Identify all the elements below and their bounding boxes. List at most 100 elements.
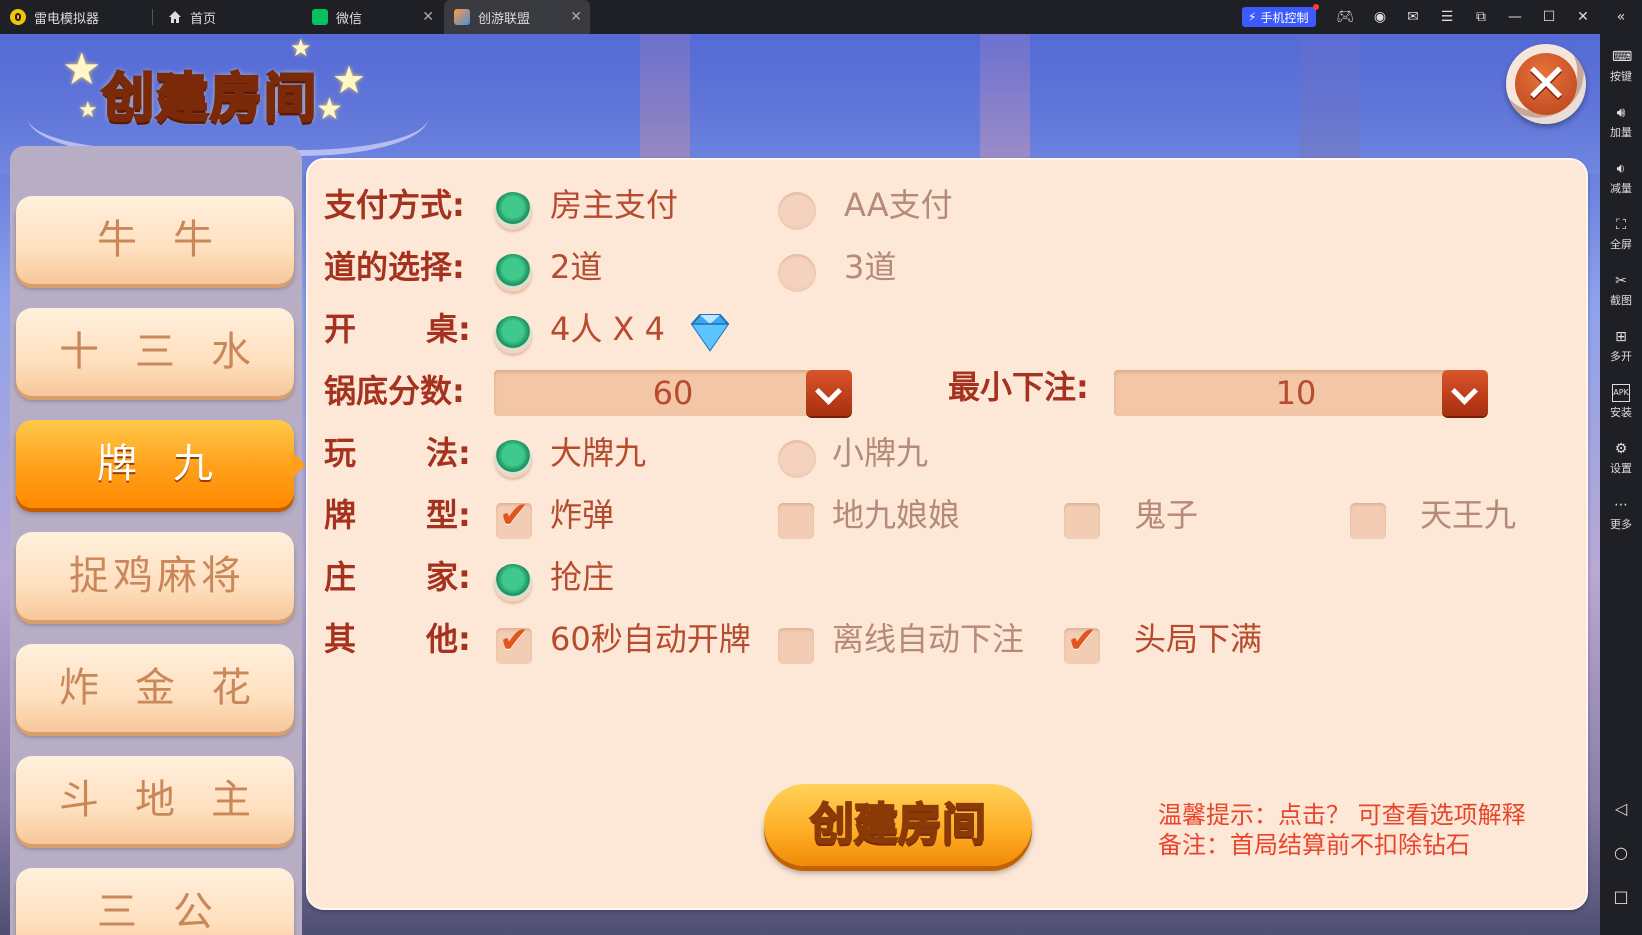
table-label-a: 开 [324,310,357,348]
payment-owner-radio[interactable] [494,192,532,230]
base-score-select[interactable]: 60 [494,370,852,416]
sidebar-item-label: 更多 [1610,518,1632,531]
lanes-3-radio[interactable] [778,254,816,292]
recents-icon[interactable]: □ [1612,888,1630,906]
card-type-guizi-label[interactable]: 鬼子 [1134,490,1198,540]
fullscreen-icon: ⛶ [1616,217,1626,233]
tab-leidian[interactable]: 雷电模拟器 [0,0,150,34]
sidebar-item-settings[interactable]: ⚙ 设置 [1600,440,1642,476]
min-bet-select[interactable]: 10 [1114,370,1488,416]
gamepad-icon[interactable]: 🎮︎ [1336,8,1354,26]
card-type-dijiu-checkbox[interactable] [778,503,814,539]
menu-item-sangong[interactable]: 三公 [16,868,294,935]
more-icon: ⋯ [1614,497,1628,513]
menu-item-doudizhu[interactable]: 斗地主 [16,756,294,844]
play-mode-label-b: 法: [426,434,471,472]
lightning-icon: ⚡ [1248,10,1257,24]
sidebar-item-more[interactable]: ⋯ 更多 [1600,496,1642,532]
close-tab-icon[interactable]: ✕ [570,9,582,25]
create-room-button[interactable]: 创建房间 [764,784,1032,866]
sidebar-item-screenshot[interactable]: ✂ 截图 [1600,272,1642,308]
close-dialog-button[interactable]: ✕ [1506,44,1586,124]
star-icon: ★ [316,92,343,127]
first-round-full-checkbox[interactable] [1064,620,1100,664]
tips-text: 温馨提示：点击？ 可查看选项解释 备注：首局结算前不扣除钻石 [1158,800,1526,860]
star-icon: ★ [62,44,102,95]
payment-aa-label[interactable]: AA支付 [844,180,953,230]
auto-open-label[interactable]: 60秒自动开牌 [550,614,751,664]
banker-grab-label[interactable]: 抢庄 [550,552,614,602]
phone-control-button[interactable]: ⚡ 手机控制 [1242,4,1320,27]
first-round-full-label[interactable]: 头局下满 [1134,614,1262,664]
menu-icon[interactable]: ☰ [1438,8,1456,26]
menu-item-niuniu[interactable]: 牛牛 [16,196,294,284]
leidian-logo-icon [10,9,26,25]
offline-bet-label[interactable]: 离线自动下注 [832,614,1024,664]
sidebar-item-label: 截图 [1610,294,1632,307]
tab-game[interactable]: 创游联盟 ✕ [444,0,590,34]
table-4x4-radio[interactable] [494,316,532,354]
auto-open-checkbox[interactable] [496,620,532,664]
multi-instance-icon: ⊞ [1615,329,1627,345]
collapse-sidebar-icon[interactable]: « [1612,8,1630,26]
payment-aa-radio[interactable] [778,192,816,230]
home-circle-icon[interactable]: ○ [1612,844,1630,862]
sidebar-item-label: 加量 [1610,126,1632,139]
table-4x4-label[interactable]: 4人 X 4 [550,304,665,354]
sidebar-item-label: 安装 [1610,406,1632,419]
chevron-down-icon[interactable] [806,370,852,416]
chevron-down-icon[interactable] [1442,370,1488,416]
volume-up-icon: 🔊︎ [1616,105,1626,121]
sidebar-item-volume-up[interactable]: 🔊︎ 加量 [1600,104,1642,140]
maximize-icon[interactable]: ☐ [1540,8,1558,26]
card-type-dijiu-label[interactable]: 地九娘娘 [832,490,960,540]
lanes-2-radio[interactable] [494,254,532,292]
tab-home[interactable]: 首页 [158,0,296,34]
menu-item-shisanshui[interactable]: 十三水 [16,308,294,396]
minimize-icon[interactable]: — [1506,8,1524,26]
play-big-label[interactable]: 大牌九 [550,428,646,478]
game-type-menu: 牛牛 十三水 牌九 捉鸡麻将 炸金花 斗地主 三公 [10,146,306,935]
back-icon[interactable]: ◁ [1612,800,1630,818]
sidebar-item-multi[interactable]: ⊞ 多开 [1600,328,1642,364]
emulator-sidebar: ⌨ 按键 🔊︎ 加量 🔉︎ 减量 ⛶ 全屏 ✂ 截图 ⊞ 多开 APK 安装 ⚙… [1600,34,1642,935]
payment-label: 支付方式: [324,186,465,224]
menu-item-zhuoji-majiang[interactable]: 捉鸡麻将 [16,532,294,620]
sidebar-item-volume-down[interactable]: 🔉︎ 减量 [1600,160,1642,196]
mail-icon[interactable]: ✉ [1404,8,1422,26]
tab-label: 首页 [190,11,217,27]
play-big-radio[interactable] [494,440,532,478]
card-type-label-b: 型: [426,496,471,534]
sidebar-item-label: 按键 [1610,70,1632,83]
offline-bet-checkbox[interactable] [778,628,814,664]
card-type-guizi-checkbox[interactable] [1064,503,1100,539]
settings-icon: ⚙ [1614,441,1628,457]
sidebar-item-keymap[interactable]: ⌨ 按键 [1600,48,1642,84]
lanes-3-label[interactable]: 3道 [844,242,896,292]
phone-control-label: 手机控制 [1260,10,1309,25]
close-tab-icon[interactable]: ✕ [422,9,434,25]
close-window-icon[interactable]: ✕ [1574,8,1592,26]
card-type-bomb-label[interactable]: 炸弹 [550,490,614,540]
banker-grab-radio[interactable] [494,564,532,602]
sidebar-item-install[interactable]: APK 安装 [1600,384,1642,420]
base-score-value: 60 [652,374,694,412]
lanes-2-label[interactable]: 2道 [550,242,602,292]
card-type-tianwang-label[interactable]: 天王九 [1420,490,1516,540]
card-type-bomb-checkbox[interactable] [496,495,532,539]
base-score-label: 锅底分数: [324,372,465,410]
payment-owner-label[interactable]: 房主支付 [550,180,678,230]
card-type-tianwang-checkbox[interactable] [1350,503,1386,539]
play-small-radio[interactable] [778,440,816,478]
popout-icon[interactable]: ⧉ [1472,8,1490,26]
tip-line: 温馨提示：点击？ 可查看选项解释 [1158,801,1526,829]
play-small-label[interactable]: 小牌九 [832,428,928,478]
tab-label: 微信 [336,11,363,27]
sidebar-item-label: 多开 [1610,350,1632,363]
sidebar-item-fullscreen[interactable]: ⛶ 全屏 [1600,216,1642,252]
other-label-a: 其 [324,620,357,658]
menu-item-zhajinhua[interactable]: 炸金花 [16,644,294,732]
tab-wechat[interactable]: 微信 ✕ [302,0,442,34]
account-icon[interactable]: ◉ [1371,8,1389,26]
menu-item-paijiu[interactable]: 牌九 [16,420,306,508]
